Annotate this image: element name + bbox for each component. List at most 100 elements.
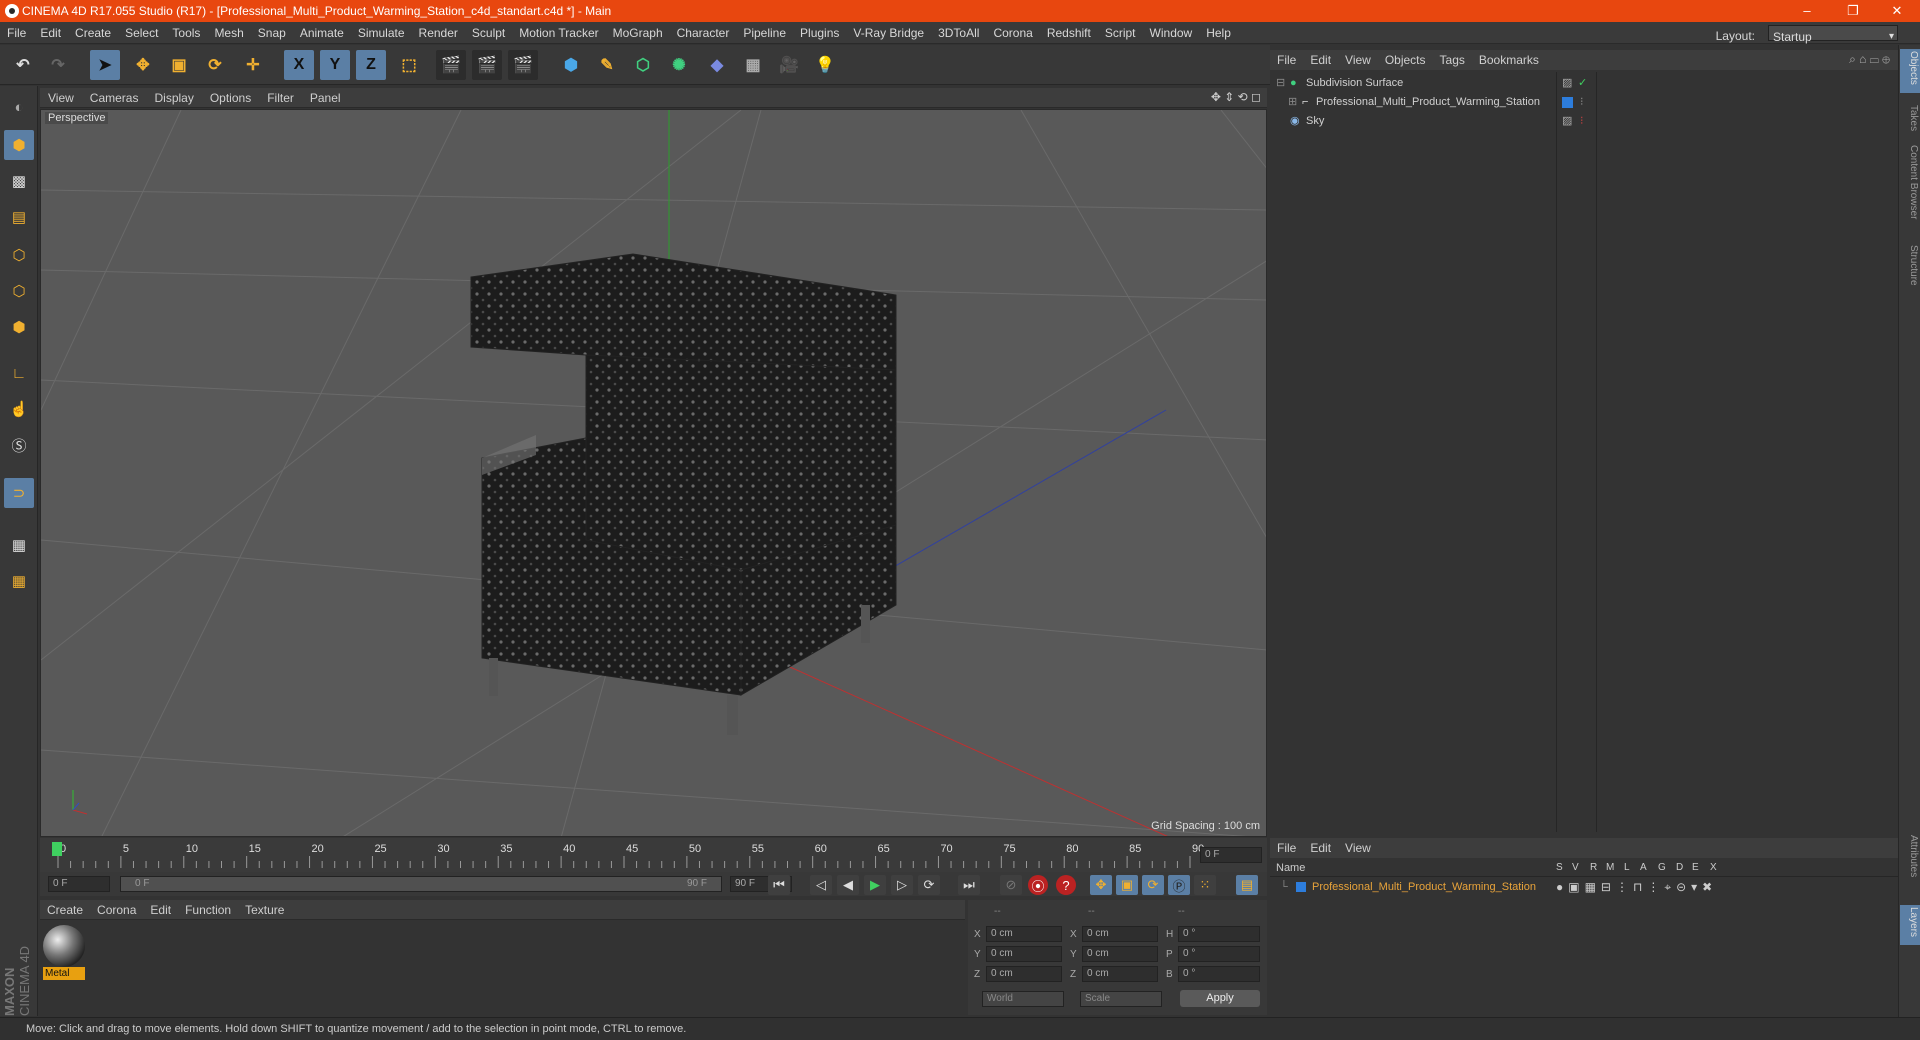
- viewport-menu-view[interactable]: View: [40, 88, 82, 108]
- rotation-h-field[interactable]: 0 °: [1178, 926, 1260, 942]
- workplane-icon[interactable]: ▤: [4, 202, 34, 232]
- edit-flag-icon[interactable]: ▨: [1562, 112, 1572, 131]
- frame-range-slider[interactable]: 0 F 90 F: [120, 876, 722, 892]
- position-z-field[interactable]: 0 cm: [986, 966, 1062, 982]
- rotation-b-field[interactable]: 0 °: [1178, 966, 1260, 982]
- layer-menu-view[interactable]: View: [1338, 838, 1378, 858]
- floor-icon[interactable]: ▦: [738, 50, 768, 80]
- menu-render[interactable]: Render: [412, 22, 465, 44]
- record-active-icon[interactable]: ⦿: [1028, 875, 1048, 895]
- menu-motion-tracker[interactable]: Motion Tracker: [512, 22, 605, 44]
- size-y-field[interactable]: 0 cm: [1082, 946, 1158, 962]
- layer-color-swatch[interactable]: [1296, 882, 1306, 892]
- render-view-icon[interactable]: 🎬: [436, 50, 466, 80]
- menu-pipeline[interactable]: Pipeline: [736, 22, 793, 44]
- render-settings-icon[interactable]: 🎬: [508, 50, 538, 80]
- previous-key-icon[interactable]: ◁: [810, 875, 832, 895]
- axis-x-toggle[interactable]: X: [284, 50, 314, 80]
- next-key-icon[interactable]: ⟳: [918, 875, 940, 895]
- start-frame-field[interactable]: 0 F: [48, 876, 110, 892]
- menu-simulate[interactable]: Simulate: [351, 22, 412, 44]
- size-z-field[interactable]: 0 cm: [1082, 966, 1158, 982]
- layer-row[interactable]: └ Professional_Multi_Product_Warming_Sta…: [1270, 878, 1898, 897]
- go-to-start-icon[interactable]: ⏮: [768, 875, 790, 895]
- mat-menu-create[interactable]: Create: [40, 900, 90, 920]
- obj-search-icons[interactable]: ⌕ ⌂ ▭ ⊕: [1849, 52, 1890, 67]
- pen-spline-icon[interactable]: ✎: [592, 50, 622, 80]
- timeline-ruler[interactable]: 0 5 10 15 20 25 30 35 40 45 50 55 60 65 70 75 80 85 90 0 F: [40, 838, 1267, 872]
- viewport-menu-cameras[interactable]: Cameras: [82, 88, 147, 108]
- autokey-icon[interactable]: ?: [1056, 875, 1076, 895]
- axis-mode-icon[interactable]: ∟: [4, 358, 34, 388]
- coord-system-dropdown[interactable]: World: [982, 991, 1064, 1007]
- record-disabled-icon[interactable]: ⊘: [1000, 875, 1022, 895]
- subdivision-icon[interactable]: ⬡: [628, 50, 658, 80]
- viewport-menu-panel[interactable]: Panel: [302, 88, 349, 108]
- close-button[interactable]: ✕: [1874, 0, 1920, 22]
- layer-menu-edit[interactable]: Edit: [1303, 838, 1338, 858]
- edit-flag-icon[interactable]: ▨: [1562, 74, 1572, 93]
- cube-icon[interactable]: ⬢: [556, 50, 586, 80]
- apply-button[interactable]: Apply: [1180, 990, 1260, 1007]
- menu-character[interactable]: Character: [670, 22, 737, 44]
- layer-color-swatch[interactable]: [1562, 97, 1573, 108]
- redo-icon[interactable]: ↷: [43, 50, 73, 80]
- viewport-menu-filter[interactable]: Filter: [259, 88, 302, 108]
- visibility-dots-icon[interactable]: ⁝: [1580, 93, 1584, 112]
- mat-menu-edit[interactable]: Edit: [143, 900, 178, 920]
- size-mode-dropdown[interactable]: Scale: [1080, 991, 1162, 1007]
- restore-button[interactable]: ❐: [1830, 0, 1876, 22]
- collapse-icon[interactable]: ⊟: [1276, 74, 1285, 93]
- obj-menu-file[interactable]: File: [1270, 50, 1303, 70]
- menu-script[interactable]: Script: [1098, 22, 1143, 44]
- axis-y-toggle[interactable]: Y: [320, 50, 350, 80]
- position-y-field[interactable]: 0 cm: [986, 946, 1062, 962]
- go-to-end-icon[interactable]: ⏭: [958, 875, 980, 895]
- snapping-icon[interactable]: Ⓢ: [4, 430, 34, 460]
- menu-window[interactable]: Window: [1143, 22, 1200, 44]
- obj-menu-edit[interactable]: Edit: [1303, 50, 1338, 70]
- layer-flag-icons[interactable]: ●▣▦⊟⋮⊓⋮⌖⊝▾✖: [1556, 878, 1717, 897]
- menu-mograph[interactable]: MoGraph: [606, 22, 670, 44]
- viewport-menu-display[interactable]: Display: [146, 88, 201, 108]
- size-x-field[interactable]: 0 cm: [1082, 926, 1158, 942]
- render-picture-viewer-icon[interactable]: 🎬: [472, 50, 502, 80]
- menu-create[interactable]: Create: [68, 22, 118, 44]
- mat-menu-corona[interactable]: Corona: [90, 900, 143, 920]
- object-row[interactable]: ⊞ ⌐ Professional_Multi_Product_Warming_S…: [1270, 93, 1898, 112]
- expand-icon[interactable]: ⊞: [1288, 93, 1297, 112]
- coordinate-system-icon[interactable]: ⬚: [394, 50, 424, 80]
- obj-menu-objects[interactable]: Objects: [1378, 50, 1433, 70]
- viewport-camera-label[interactable]: Perspective: [45, 112, 109, 124]
- key-rotate-icon[interactable]: ⟳: [1142, 875, 1164, 895]
- live-selection-icon[interactable]: ✛: [238, 50, 268, 80]
- move-icon[interactable]: ✥: [128, 50, 158, 80]
- mat-menu-texture[interactable]: Texture: [238, 900, 291, 920]
- menu-tools[interactable]: Tools: [165, 22, 207, 44]
- tweak-mode-icon[interactable]: ☝: [4, 394, 34, 424]
- object-row[interactable]: ◉ Sky ▨ ⁝: [1270, 112, 1898, 131]
- menu-select[interactable]: Select: [118, 22, 165, 44]
- play-icon[interactable]: ▶: [864, 875, 886, 895]
- key-param-icon[interactable]: Ⓟ: [1168, 875, 1190, 895]
- playhead-marker[interactable]: [52, 842, 62, 856]
- tab-content-browser[interactable]: Content Browser: [1901, 145, 1919, 219]
- material-swatch[interactable]: Metal: [43, 925, 85, 980]
- position-x-field[interactable]: 0 cm: [986, 926, 1062, 942]
- rotation-p-field[interactable]: 0 °: [1178, 946, 1260, 962]
- menu-redshift[interactable]: Redshift: [1040, 22, 1098, 44]
- tab-objects[interactable]: Objects: [1901, 51, 1919, 85]
- key-pla-icon[interactable]: ⁙: [1194, 875, 1216, 895]
- menu-vray-bridge[interactable]: V-Ray Bridge: [846, 22, 931, 44]
- scale-icon[interactable]: ▣: [164, 50, 194, 80]
- menu-help[interactable]: Help: [1199, 22, 1238, 44]
- obj-menu-tags[interactable]: Tags: [1433, 50, 1472, 70]
- 3d-viewport[interactable]: Perspective Grid Spacing : 100 cm: [40, 109, 1267, 837]
- menu-3dtoall[interactable]: 3DToAll: [931, 22, 986, 44]
- lock-workplane-icon[interactable]: ▦: [4, 530, 34, 560]
- menu-corona[interactable]: Corona: [986, 22, 1039, 44]
- points-mode-icon[interactable]: ⬡: [4, 240, 34, 270]
- light-icon[interactable]: 💡: [810, 50, 840, 80]
- current-frame-field[interactable]: 0 F: [1200, 847, 1262, 863]
- axis-z-toggle[interactable]: Z: [356, 50, 386, 80]
